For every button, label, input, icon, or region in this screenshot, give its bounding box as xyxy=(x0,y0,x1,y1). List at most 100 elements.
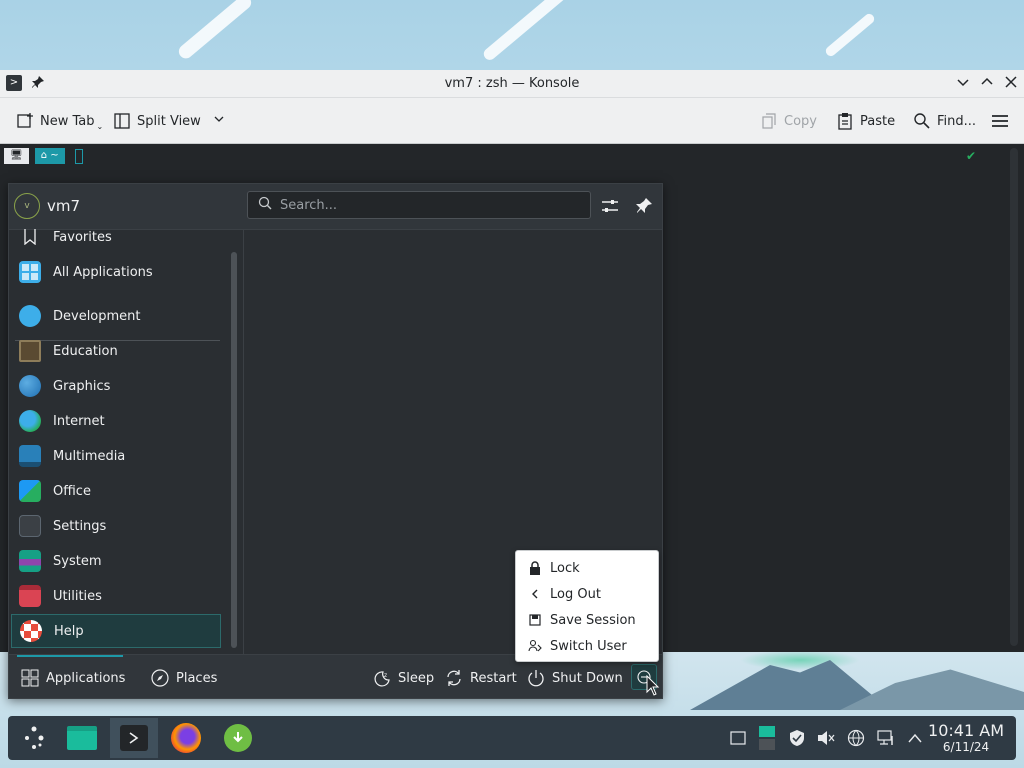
category-graphics[interactable]: Graphics xyxy=(11,369,221,403)
menu-item-label: Lock xyxy=(550,560,580,576)
save-icon xyxy=(528,613,542,627)
tab-places-label: Places xyxy=(176,670,218,686)
help-lifebuoy-icon xyxy=(20,620,42,642)
mouse-pointer-icon xyxy=(646,675,660,696)
avatar[interactable]: v xyxy=(14,193,40,219)
utilities-toolbox-icon xyxy=(19,585,41,607)
volume-muted-icon[interactable] xyxy=(816,728,836,748)
tab-applications[interactable]: Applications xyxy=(21,668,125,688)
restart-button[interactable]: Restart xyxy=(445,668,517,688)
network-globe-icon[interactable] xyxy=(846,728,866,748)
shell-prompt: 🖥 ⌂ ~ xyxy=(4,148,83,164)
search-placeholder: Search... xyxy=(280,197,338,213)
chevron-down-icon[interactable] xyxy=(213,113,225,129)
download-icon xyxy=(224,724,252,752)
category-multimedia[interactable]: Multimedia xyxy=(11,439,221,473)
task-konsole[interactable] xyxy=(110,718,158,758)
paste-button[interactable]: Paste xyxy=(836,110,895,132)
category-label: Graphics xyxy=(53,378,111,394)
menu-item-label: Log Out xyxy=(550,586,601,602)
sleep-icon: z xyxy=(373,669,391,687)
search-input[interactable]: Search... xyxy=(247,191,591,219)
new-tab-button[interactable]: New Tab ⌄ xyxy=(16,110,103,132)
tab-places[interactable]: Places xyxy=(151,668,217,688)
wired-network-icon[interactable] xyxy=(876,728,896,748)
virtual-desktop-pager-icon[interactable] xyxy=(757,725,777,751)
internet-globe-icon xyxy=(19,410,41,432)
category-office[interactable]: Office xyxy=(11,474,221,508)
category-settings[interactable]: Settings xyxy=(11,509,221,543)
office-icon xyxy=(19,480,41,502)
task-downloader[interactable] xyxy=(216,718,260,758)
hamburger-menu-icon xyxy=(991,112,1009,130)
category-favorites[interactable]: Favorites xyxy=(11,220,221,254)
tab-applications-label: Applications xyxy=(46,670,126,686)
taskbar: 10:41 AM 6/11/24 xyxy=(8,716,1016,760)
category-label: Office xyxy=(53,483,91,499)
digital-clock[interactable]: 10:41 AM 6/11/24 xyxy=(928,721,1004,754)
find-label: Find... xyxy=(937,113,977,129)
menu-item-switch-user[interactable]: Switch User xyxy=(516,633,658,659)
chevron-left-icon xyxy=(528,587,542,601)
category-internet[interactable]: Internet xyxy=(11,404,221,438)
terminal-cursor xyxy=(74,148,83,164)
category-label: Favorites xyxy=(53,229,112,245)
split-view-icon xyxy=(113,112,131,130)
menu-item-lock[interactable]: Lock xyxy=(516,555,658,581)
category-label: Development xyxy=(53,308,141,324)
close-icon[interactable] xyxy=(1003,75,1019,91)
new-tab-icon xyxy=(16,112,34,130)
lock-icon xyxy=(528,561,542,575)
split-view-label: Split View xyxy=(137,113,201,129)
category-all-applications[interactable]: All Applications xyxy=(11,255,221,289)
task-firefox[interactable] xyxy=(164,718,208,758)
show-desktop-icon[interactable] xyxy=(728,728,748,748)
split-view-button[interactable]: Split View xyxy=(113,110,225,132)
firefox-icon xyxy=(171,723,201,753)
paste-label: Paste xyxy=(860,113,896,129)
sleep-button[interactable]: z Sleep xyxy=(373,668,434,688)
title-bar[interactable]: > vm7 : zsh — Konsole xyxy=(0,70,1024,98)
category-development[interactable]: Development xyxy=(11,299,221,333)
power-icon xyxy=(527,669,545,687)
terminal-scrollbar[interactable] xyxy=(1010,148,1018,646)
minimize-icon[interactable] xyxy=(955,75,971,91)
clock-date: 6/11/24 xyxy=(942,740,990,754)
hamburger-menu-button[interactable] xyxy=(991,110,1009,132)
configure-icon[interactable] xyxy=(599,195,621,217)
development-icon xyxy=(19,305,41,327)
bookmark-icon xyxy=(19,229,41,245)
applications-grid-icon xyxy=(21,669,39,687)
category-label: Settings xyxy=(53,518,107,534)
category-label: System xyxy=(53,553,102,569)
restart-label: Restart xyxy=(470,670,517,686)
shut-down-button[interactable]: Shut Down xyxy=(527,668,623,688)
task-file-manager[interactable] xyxy=(60,718,104,758)
category-help[interactable]: Help xyxy=(11,614,221,648)
category-system[interactable]: System xyxy=(11,544,221,578)
category-utilities[interactable]: Utilities xyxy=(11,579,221,613)
multimedia-icon xyxy=(19,445,41,467)
chevron-up-icon[interactable] xyxy=(905,728,925,748)
pin-icon[interactable] xyxy=(633,195,655,217)
menu-item-label: Switch User xyxy=(550,638,627,654)
menu-item-save-session[interactable]: Save Session xyxy=(516,607,658,633)
category-scrollbar[interactable] xyxy=(231,252,237,648)
wallpaper-mountain xyxy=(840,669,1024,710)
category-label: Multimedia xyxy=(53,448,126,464)
paste-icon xyxy=(836,112,854,130)
category-label: Education xyxy=(53,343,118,359)
category-education[interactable]: Education xyxy=(11,334,221,368)
compass-icon xyxy=(151,669,169,687)
system-icon xyxy=(19,550,41,572)
clock-time: 10:41 AM xyxy=(928,721,1004,740)
menu-item-log-out[interactable]: Log Out xyxy=(516,581,658,607)
maximize-icon[interactable] xyxy=(979,75,995,91)
security-shield-icon[interactable] xyxy=(787,728,807,748)
category-label: All Applications xyxy=(53,264,153,280)
find-button[interactable]: Find... xyxy=(913,110,976,132)
menu-item-label: Save Session xyxy=(550,612,636,628)
copy-button[interactable]: Copy xyxy=(760,110,817,132)
app-launcher-button[interactable] xyxy=(12,718,56,758)
category-label: Internet xyxy=(53,413,105,429)
